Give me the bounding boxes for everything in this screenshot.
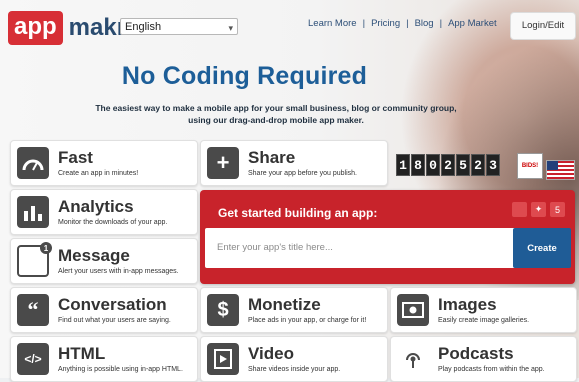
feature-tile-message[interactable]: 1 Message Alert your users with in-app m… [10,238,198,284]
nav-learn-more[interactable]: Learn More [308,18,357,29]
nav-blog[interactable]: Blog [415,18,434,29]
top-nav: Learn More | Pricing | Blog | App Market [308,18,497,29]
code-icon: </> [17,343,49,375]
feature-desc: Place ads in your app, or charge for it! [248,317,367,324]
feature-desc: Monitor the downloads of your app. [58,219,168,226]
message-count-badge: 1 [40,242,52,254]
feature-desc: Share your app before you publish. [248,170,357,177]
feature-tile-share[interactable]: + Share Share your app before you publis… [200,140,388,186]
speedometer-icon [17,147,49,179]
bids-badge[interactable]: BIDS! [517,153,543,179]
platform-icons: ✦ 5 [512,202,565,217]
quote-icon: “ [17,294,49,326]
feature-tile-monetize[interactable]: $ Monetize Place ads in your app, or cha… [200,287,388,333]
podcast-icon [397,343,429,375]
app-counter: 1 8 0 2 5 2 3 [396,154,500,176]
bar-chart-icon [17,196,49,228]
feature-title: Video [248,344,294,363]
feature-desc: Alert your users with in-app messages. [58,268,179,275]
feature-title: Conversation [58,295,167,314]
feature-tile-images[interactable]: Images Easily create image galleries. [390,287,577,333]
film-icon [207,343,239,375]
page-subline: The easiest way to make a mobile app for… [95,103,457,125]
feature-title: Fast [58,148,93,167]
feature-desc: Play podcasts from within the app. [438,366,545,373]
chevron-down-icon: ▾ [228,23,233,33]
feature-tile-conversation[interactable]: “ Conversation Find out what your users … [10,287,198,333]
nav-separator: | [362,18,366,29]
page-headline: No Coding Required [121,62,368,90]
message-icon: 1 [17,242,52,277]
feature-desc: Create an app in minutes! [58,170,139,177]
language-value: English [125,21,162,33]
logo-app-part: app [8,11,63,45]
nav-separator: | [439,18,443,29]
feature-title: Message [58,246,130,265]
html5-icon: 5 [550,202,565,217]
counter-digit: 0 [426,154,440,176]
feature-desc: Find out what your users are saying. [58,317,171,324]
plus-icon: + [207,147,239,179]
logo-makr-part: makr [68,14,127,41]
nav-app-market[interactable]: App Market [448,18,497,29]
counter-digit: 1 [396,154,410,176]
nav-separator: | [406,18,409,29]
feature-desc: Easily create image galleries. [438,317,530,324]
dollar-icon: $ [207,294,239,326]
feature-tile-video[interactable]: Video Share videos inside your app. [200,336,388,382]
feature-title: Monetize [248,295,321,314]
feature-title: Share [248,148,296,167]
feature-title: HTML [58,344,106,363]
get-started-title: Get started building an app: [218,206,378,220]
counter-digit: 2 [471,154,485,176]
feature-title: Images [438,295,497,314]
counter-digit: 3 [486,154,500,176]
login-edit-button[interactable]: Login/Edit [510,12,576,40]
counter-digit: 2 [441,154,455,176]
feature-tile-html[interactable]: </> HTML Anything is possible using in-a… [10,336,198,382]
feature-tile-analytics[interactable]: Analytics Monitor the downloads of your … [10,189,198,235]
us-flag-icon[interactable] [546,160,575,180]
feature-desc: Anything is possible using in-app HTML. [58,366,183,373]
appmakr-logo[interactable]: app makr [8,10,126,46]
feature-desc: Share videos inside your app. [248,366,341,373]
feature-tile-podcasts[interactable]: Podcasts Play podcasts from within the a… [390,336,577,382]
feature-title: Analytics [58,197,134,216]
android-icon: ✦ [531,202,546,217]
feature-title: Podcasts [438,344,514,363]
create-button[interactable]: Create [513,228,571,268]
feature-tile-fast[interactable]: Fast Create an app in minutes! [10,140,198,186]
counter-digit: 8 [411,154,425,176]
language-select[interactable]: English ▾ [120,18,238,35]
nav-pricing[interactable]: Pricing [371,18,400,29]
get-started-panel: Get started building an app: ✦ 5 Enter y… [200,190,575,284]
apple-icon [512,202,527,217]
image-icon [397,294,429,326]
counter-digit: 5 [456,154,470,176]
